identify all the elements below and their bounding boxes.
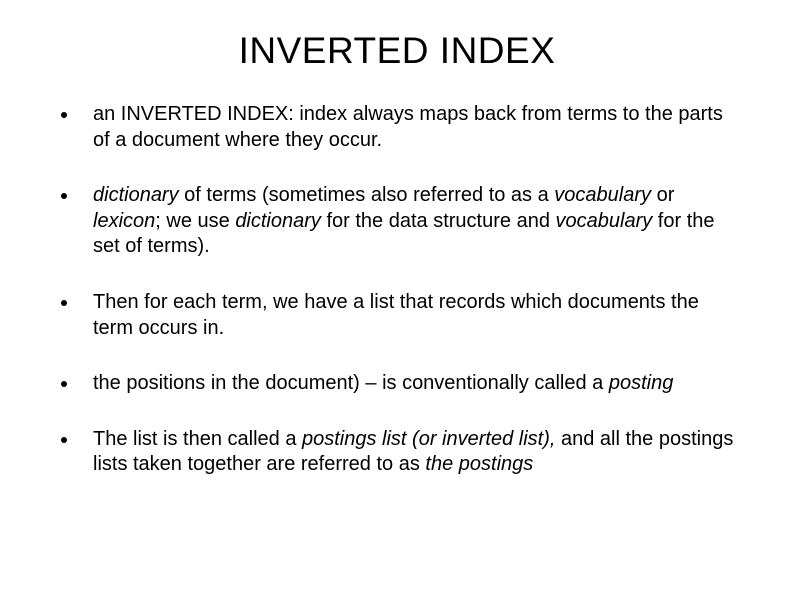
bullet-icon: [61, 300, 67, 306]
list-item: an INVERTED INDEX: index always maps bac…: [55, 102, 739, 153]
bullet-text: vocabulary: [556, 210, 653, 232]
list-item: dictionary of terms (sometimes also refe…: [55, 183, 739, 260]
list-item: Then for each term, we have a list that …: [55, 290, 739, 341]
bullet-text: The list is then called a: [93, 428, 302, 450]
bullet-text: the postings: [425, 453, 533, 475]
bullet-text: posting: [609, 372, 674, 394]
bullet-text: Then for each term, we have a list that …: [93, 291, 699, 339]
bullet-text: dictionary: [235, 210, 321, 232]
bullet-text: postings list (or inverted list),: [302, 428, 555, 450]
bullet-text: or: [651, 184, 674, 206]
list-item: the positions in the document) – is conv…: [55, 371, 739, 397]
bullet-text: dictionary: [93, 184, 179, 206]
bullet-text: an INVERTED INDEX: index always maps bac…: [93, 103, 723, 151]
bullet-list: an INVERTED INDEX: index always maps bac…: [55, 102, 739, 478]
bullet-icon: [61, 193, 67, 199]
bullet-icon: [61, 112, 67, 118]
bullet-text: ; we use: [155, 210, 235, 232]
list-item: The list is then called a postings list …: [55, 427, 739, 478]
bullet-icon: [61, 381, 67, 387]
bullet-text: the positions in the document) – is conv…: [93, 372, 609, 394]
slide-title: INVERTED INDEX: [55, 30, 739, 72]
bullet-icon: [61, 437, 67, 443]
bullet-text: vocabulary: [554, 184, 651, 206]
bullet-text: of terms (sometimes also referred to as …: [179, 184, 555, 206]
bullet-text: lexicon: [93, 210, 155, 232]
slide: INVERTED INDEX an INVERTED INDEX: index …: [0, 0, 794, 595]
bullet-text: for the data structure and: [321, 210, 556, 232]
